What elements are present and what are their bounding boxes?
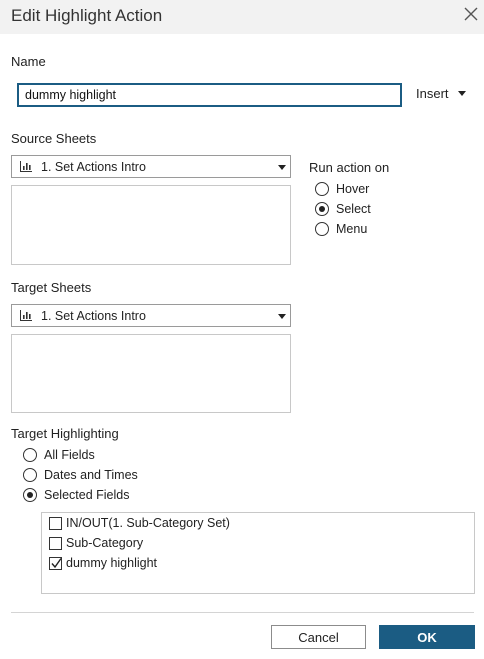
field-item-dummy-highlight[interactable]: dummy highlight [49, 556, 157, 570]
radio-label: Selected Fields [44, 488, 130, 502]
radio-button[interactable] [23, 468, 37, 482]
sheet-chart-icon [20, 161, 32, 172]
source-sheets-selected: 1. Set Actions Intro [41, 160, 146, 174]
insert-label: Insert [416, 86, 449, 101]
field-label: dummy highlight [66, 556, 158, 570]
run-action-hover-radio[interactable]: Hover [315, 182, 369, 196]
field-item-in-out-set[interactable]: IN/OUT(1. Sub-Category Set) [49, 516, 230, 530]
radio-button[interactable] [315, 222, 329, 236]
source-sheets-dropdown[interactable]: 1. Set Actions Intro [11, 155, 291, 178]
cancel-button[interactable]: Cancel [271, 625, 366, 649]
run-action-menu-radio[interactable]: Menu [315, 222, 367, 236]
insert-button[interactable]: Insert [416, 86, 466, 101]
footer-divider [11, 612, 474, 613]
name-input[interactable] [17, 83, 402, 107]
run-action-label: Run action on [309, 160, 390, 175]
radio-label: Dates and Times [44, 468, 138, 482]
field-item-sub-category[interactable]: Sub-Category [49, 536, 143, 550]
target-sheets-selected: 1. Set Actions Intro [41, 309, 146, 323]
highlight-dates-times-radio[interactable]: Dates and Times [23, 468, 138, 482]
radio-label: All Fields [44, 448, 95, 462]
target-sheets-list[interactable] [11, 334, 291, 413]
dialog-title: Edit Highlight Action [11, 6, 163, 25]
radio-label: Hover [336, 182, 370, 196]
highlight-selected-fields-radio[interactable]: Selected Fields [23, 488, 129, 502]
chevron-down-icon [278, 165, 286, 170]
field-label: IN/OUT(1. Sub-Category Set) [66, 516, 230, 530]
chevron-down-icon [278, 314, 286, 319]
radio-label: Select [336, 202, 371, 216]
checkbox[interactable] [49, 536, 62, 550]
checkbox-checked[interactable] [49, 556, 62, 570]
close-icon[interactable] [462, 5, 480, 23]
run-action-select-radio[interactable]: Select [315, 202, 371, 216]
checkmark-icon [51, 557, 62, 568]
radio-button[interactable] [315, 182, 329, 196]
radio-label: Menu [336, 222, 368, 236]
highlight-all-fields-radio[interactable]: All Fields [23, 448, 95, 462]
target-sheets-dropdown[interactable]: 1. Set Actions Intro [11, 304, 291, 327]
target-highlighting-label: Target Highlighting [11, 426, 119, 441]
name-label: Name [11, 54, 46, 69]
checkbox[interactable] [49, 516, 62, 530]
source-sheets-label: Source Sheets [11, 131, 97, 146]
field-label: Sub-Category [66, 536, 144, 550]
dialog-titlebar: Edit Highlight Action [0, 0, 484, 34]
target-sheets-label: Target Sheets [11, 280, 92, 295]
radio-button-selected[interactable] [315, 202, 329, 216]
ok-button[interactable]: OK [379, 625, 475, 649]
chevron-down-icon [457, 91, 466, 96]
radio-button-selected[interactable] [23, 488, 37, 502]
radio-button[interactable] [23, 448, 37, 462]
sheet-chart-icon [20, 310, 32, 321]
source-sheets-list[interactable] [11, 185, 291, 265]
selected-fields-list[interactable]: IN/OUT(1. Sub-Category Set) Sub-Category… [41, 512, 475, 594]
